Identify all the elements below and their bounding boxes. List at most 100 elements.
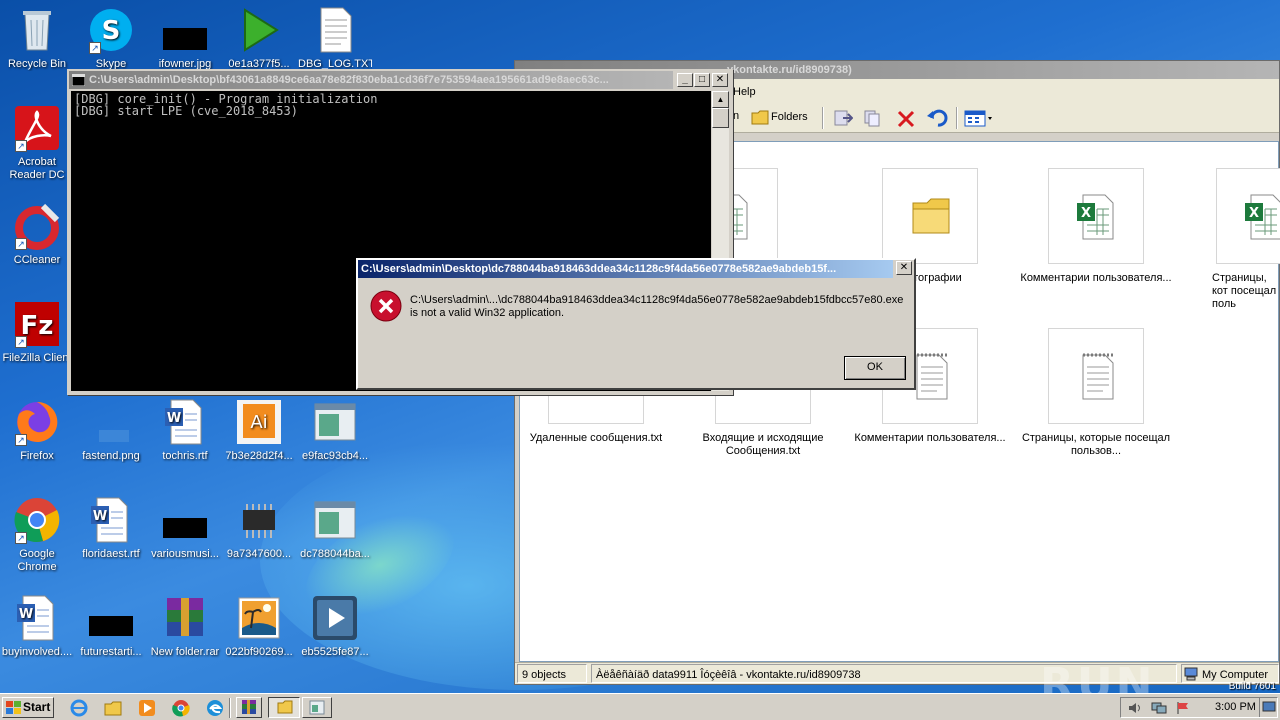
ie-icon[interactable] bbox=[70, 699, 88, 717]
image-file-icon bbox=[235, 594, 283, 642]
icon-label: New folder.rar bbox=[150, 646, 220, 658]
svg-text:W: W bbox=[93, 509, 107, 524]
build-label: Build 7601 bbox=[1228, 681, 1276, 692]
start-button[interactable]: Start bbox=[2, 697, 54, 718]
error-message-line1: C:\Users\admin\...\dc788044ba918463ddea3… bbox=[410, 294, 904, 306]
icon-label: CCleaner bbox=[13, 254, 61, 266]
desktop-icon-firefox[interactable]: ↗ Firefox bbox=[0, 398, 74, 463]
icon-label: 022bf90269... bbox=[225, 646, 293, 658]
file-item[interactable]: X Комментарии пользователя... bbox=[1016, 168, 1176, 285]
desktop-icon-ifowner[interactable]: ifowner.jpg bbox=[148, 6, 222, 71]
maximize-button[interactable]: □ bbox=[694, 73, 710, 87]
desktop-icon-variousmusi[interactable]: variousmusi... bbox=[148, 496, 222, 561]
app-window-taskbar-icon bbox=[309, 700, 325, 715]
file-label: Страницы, которые посещал пользов... bbox=[1021, 432, 1171, 457]
views-icon[interactable] bbox=[964, 109, 994, 127]
menu-help[interactable]: Help bbox=[733, 81, 756, 103]
dialog-titlebar[interactable]: C:\Users\admin\Desktop\dc788044ba918463d… bbox=[358, 260, 893, 278]
desktop-icon-022bf90269[interactable]: 022bf90269... bbox=[222, 594, 296, 659]
word-doc-icon: W bbox=[13, 594, 61, 642]
word-doc-icon: W bbox=[87, 496, 135, 544]
system-tray: 3:00 PM bbox=[1120, 697, 1278, 718]
clock[interactable]: 3:00 PM bbox=[1215, 698, 1256, 717]
folders-button[interactable]: Folders bbox=[749, 106, 808, 128]
chrome-taskbar-icon[interactable] bbox=[172, 699, 190, 717]
desktop-icon-floridaest[interactable]: W floridaest.rtf bbox=[74, 496, 148, 561]
desktop-icon-ccleaner[interactable]: ↗ CCleaner bbox=[0, 202, 74, 267]
desktop-icon-futurestarti[interactable]: futurestarti... bbox=[74, 594, 148, 659]
icon-label: eb5525fe87... bbox=[301, 646, 369, 658]
file-item[interactable]: Страницы, которые посещал пользов... bbox=[1016, 328, 1176, 458]
console-titlebar[interactable]: C:\Users\admin\Desktop\bf43061a8849ce6aa… bbox=[69, 71, 673, 89]
close-button[interactable]: ✕ bbox=[712, 73, 728, 87]
copy-to-icon[interactable] bbox=[863, 109, 883, 127]
minimize-button[interactable]: _ bbox=[677, 73, 693, 87]
image-file-icon bbox=[161, 496, 209, 544]
desktop-icon-skype[interactable]: S ↗ Skype bbox=[74, 6, 148, 71]
desktop-icon-acrobat[interactable]: ↗ Acrobat Reader DC bbox=[0, 104, 74, 182]
show-desktop-button[interactable] bbox=[1259, 698, 1277, 717]
desktop-icon-fastend[interactable]: fastend.png bbox=[74, 398, 148, 463]
skype-icon: S ↗ bbox=[87, 6, 135, 54]
undo-icon[interactable] bbox=[926, 108, 948, 128]
dialog-title: C:\Users\admin\Desktop\dc788044ba918463d… bbox=[361, 263, 837, 275]
delete-icon[interactable] bbox=[896, 109, 916, 129]
image-file-icon bbox=[87, 398, 135, 446]
chip-icon bbox=[235, 496, 283, 544]
desktop-icon-eb5525fe87[interactable]: eb5525fe87... bbox=[298, 594, 372, 659]
file-label: Входящие и исходящие Сообщения.txt bbox=[702, 432, 824, 457]
desktop-icon-chrome[interactable]: ↗ Google Chrome bbox=[0, 496, 74, 574]
icon-label: fastend.png bbox=[82, 450, 140, 462]
explorer-folder-icon[interactable] bbox=[104, 699, 122, 717]
winrar-taskbar-icon bbox=[242, 700, 256, 714]
word-doc-icon: W bbox=[161, 398, 209, 446]
image-file-icon bbox=[161, 6, 209, 54]
svg-text:Ai: Ai bbox=[250, 412, 267, 433]
desktop-icon-9a7347600[interactable]: 9a7347600... bbox=[222, 496, 296, 561]
excel-file-icon: X bbox=[1048, 168, 1144, 264]
desktop-icon-dc788044ba[interactable]: dc788044ba... bbox=[298, 496, 372, 561]
icon-label: e9fac93cb4... bbox=[301, 450, 369, 462]
ok-button[interactable]: OK bbox=[844, 356, 906, 380]
file-item[interactable]: X Страницы, кот посещал поль bbox=[1188, 168, 1280, 311]
icon-label: Google Chrome bbox=[17, 548, 57, 573]
taskbar-separator bbox=[229, 698, 231, 718]
file-label: Комментарии пользователя... bbox=[854, 432, 1006, 444]
excel-file-icon: X bbox=[1216, 168, 1280, 264]
edge-icon[interactable] bbox=[206, 699, 224, 717]
file-label: Комментарии пользователя... bbox=[1020, 272, 1172, 284]
media-player-taskbar-icon[interactable] bbox=[138, 699, 156, 717]
dialog-close-button[interactable]: ✕ bbox=[896, 261, 912, 275]
desktop-icon-recycle-bin[interactable]: Recycle Bin bbox=[0, 6, 74, 71]
svg-text:W: W bbox=[167, 411, 181, 426]
desktop-icon-filezilla[interactable]: Fz ↗ FileZilla Client bbox=[0, 300, 74, 365]
filezilla-icon: Fz ↗ bbox=[13, 300, 61, 348]
acrobat-icon: ↗ bbox=[13, 104, 61, 152]
console-line: [DBG] start LPE (cve_2018_8453) bbox=[74, 104, 298, 118]
scroll-thumb[interactable] bbox=[712, 108, 729, 128]
toolbar-separator bbox=[956, 107, 958, 129]
desktop-icon-7b3e28d2f4[interactable]: Ai 7b3e28d2f4... bbox=[222, 398, 296, 463]
desktop-icon-e9fac93cb4[interactable]: e9fac93cb4... bbox=[298, 398, 372, 463]
folders-label: Folders bbox=[771, 111, 808, 123]
error-message: C:\Users\admin\...\dc788044ba918463ddea3… bbox=[410, 294, 903, 320]
desktop-icon-dbg-log[interactable]: DBG_LOG.TXT bbox=[298, 6, 372, 71]
start-label: Start bbox=[23, 700, 51, 714]
error-dialog: C:\Users\admin\Desktop\dc788044ba918463d… bbox=[356, 258, 916, 390]
windows-logo-icon bbox=[6, 701, 21, 714]
network-icon[interactable] bbox=[1151, 701, 1167, 715]
taskbar-button-winrar[interactable] bbox=[236, 697, 262, 718]
taskbar-button-explorer[interactable] bbox=[268, 697, 300, 718]
desktop-icon-buyinvolved[interactable]: W buyinvolved.... bbox=[0, 594, 74, 659]
desktop-icon-new-folder-rar[interactable]: New folder.rar bbox=[148, 594, 222, 659]
chrome-icon: ↗ bbox=[13, 496, 61, 544]
folders-icon bbox=[751, 110, 769, 125]
desktop-icon-0e1a377f5[interactable]: 0e1a377f5... bbox=[222, 6, 296, 71]
volume-icon[interactable] bbox=[1127, 701, 1143, 715]
taskbar-button-app[interactable] bbox=[302, 697, 332, 718]
app-window-icon bbox=[311, 398, 359, 446]
desktop-icon-tochris[interactable]: W tochris.rtf bbox=[148, 398, 222, 463]
flag-icon[interactable] bbox=[1175, 701, 1191, 715]
scroll-up-icon[interactable]: ▲ bbox=[712, 91, 729, 108]
move-to-icon[interactable] bbox=[833, 109, 853, 127]
